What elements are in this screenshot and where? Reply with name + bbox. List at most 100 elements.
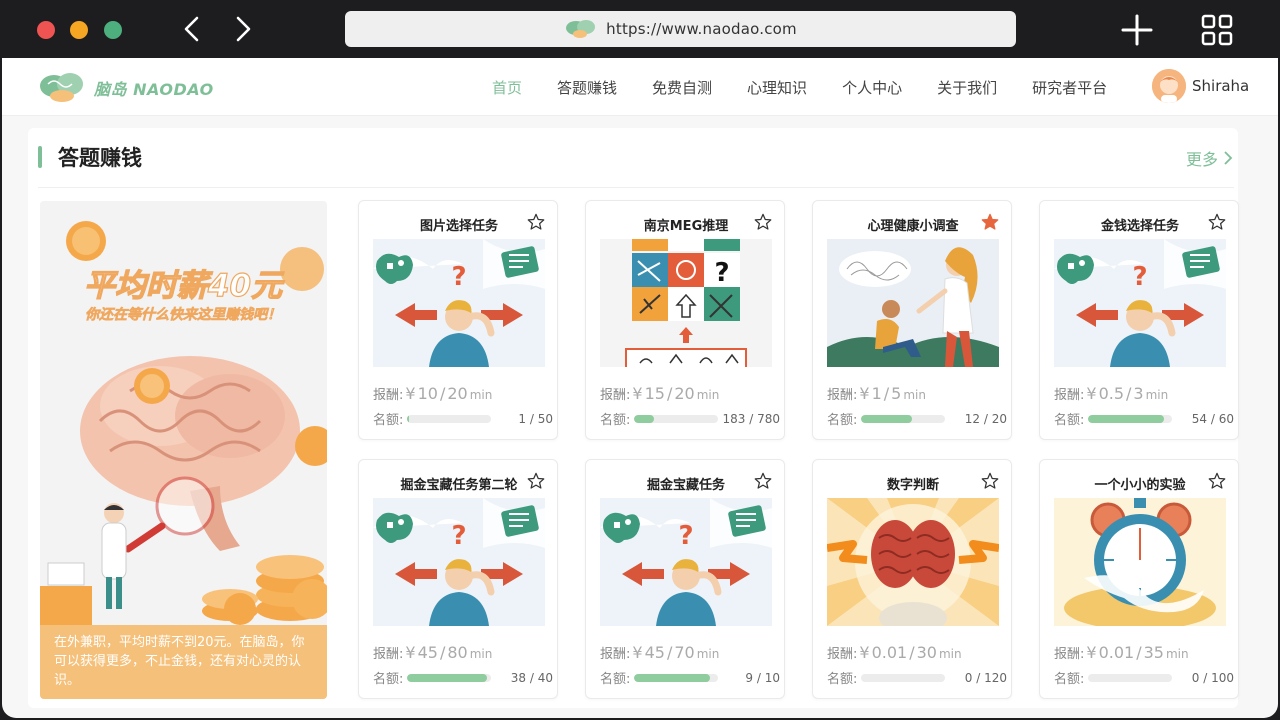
reward-separator: / bbox=[1126, 384, 1132, 403]
quota-separator: / bbox=[753, 670, 765, 685]
reward-duration: 80 bbox=[447, 643, 468, 662]
quota-count: 12 / 20 bbox=[965, 412, 1007, 426]
reward-separator: / bbox=[666, 643, 673, 662]
maximize-window-button[interactable] bbox=[104, 21, 122, 39]
quota-total: 20 bbox=[991, 411, 1007, 426]
nav-item-self-test[interactable]: 免费自测 bbox=[652, 77, 712, 98]
nav-item-home[interactable]: 首页 bbox=[492, 77, 522, 98]
reward-currency: ¥ bbox=[859, 643, 870, 662]
section-accent-bar bbox=[38, 146, 42, 168]
reward-label: 报酬: bbox=[600, 388, 631, 403]
task-illustration: ? bbox=[373, 498, 545, 626]
task-quota: 名额: 38 / 40 bbox=[373, 668, 553, 688]
minimize-window-button[interactable] bbox=[70, 21, 88, 39]
reward-amount: 0.01 bbox=[871, 643, 908, 662]
nav-item-researcher[interactable]: 研究者平台 bbox=[1032, 77, 1107, 98]
reward-currency: ¥ bbox=[405, 384, 416, 403]
reward-amount: 0.01 bbox=[1098, 643, 1135, 662]
quota-total: 50 bbox=[537, 411, 553, 426]
task-card[interactable]: 掘金宝藏任务 ? 报酬: ¥45/70 min 名额: 9 / 10 bbox=[585, 459, 785, 699]
quota-count: 0 / 120 bbox=[965, 671, 1007, 685]
star-icon[interactable] bbox=[527, 213, 545, 231]
star-icon[interactable] bbox=[981, 213, 999, 231]
task-card[interactable]: 金钱选择任务 ? 报酬: ¥0.5/3 min 名额: 54 / 60 bbox=[1039, 200, 1239, 440]
quota-progress-bar bbox=[861, 414, 946, 423]
reward-amount: 45 bbox=[644, 643, 665, 662]
quota-separator: / bbox=[526, 411, 538, 426]
quota-label: 名额: bbox=[1054, 413, 1085, 428]
reward-duration: 35 bbox=[1143, 643, 1164, 662]
task-quota: 名额: 1 / 50 bbox=[373, 409, 553, 429]
task-quota: 名额: 54 / 60 bbox=[1054, 409, 1234, 429]
task-reward: 报酬: ¥10/20 min bbox=[373, 384, 492, 403]
quota-filled: 12 bbox=[964, 411, 981, 426]
quota-filled: 54 bbox=[1191, 411, 1208, 426]
quota-count: 9 / 10 bbox=[745, 671, 780, 685]
task-illustration bbox=[827, 498, 999, 626]
task-illustration bbox=[1054, 498, 1226, 626]
task-card[interactable]: 图片选择任务 ? 报酬: ¥10/20 min 名额: 1 / 50 bbox=[358, 200, 558, 440]
task-illustration: ? bbox=[373, 239, 545, 367]
reward-label: 报酬: bbox=[373, 647, 404, 662]
star-icon[interactable] bbox=[1208, 213, 1226, 231]
earn-section: 答题赚钱 更多 平均时薪40元 你还在等什么快来这里赚钱吧！ 在外兼职，平均时薪… bbox=[28, 128, 1239, 708]
promo-banner[interactable]: 平均时薪40元 你还在等什么快来这里赚钱吧！ 在外兼职，平均时薪不到20元。在脑… bbox=[40, 201, 327, 699]
reward-amount: 1 bbox=[871, 384, 882, 403]
site-logo-icon bbox=[566, 20, 596, 38]
reward-currency: ¥ bbox=[859, 384, 870, 403]
nav-item-earn[interactable]: 答题赚钱 bbox=[557, 77, 617, 98]
nav-item-about[interactable]: 关于我们 bbox=[937, 77, 997, 98]
section-divider bbox=[38, 187, 1234, 188]
reward-duration: 70 bbox=[674, 643, 695, 662]
quota-total: 100 bbox=[1211, 670, 1234, 685]
user-menu[interactable]: Shiraha bbox=[1152, 69, 1249, 103]
nav-item-psychology[interactable]: 心理知识 bbox=[747, 77, 807, 98]
username: Shiraha bbox=[1192, 77, 1250, 95]
star-icon[interactable] bbox=[527, 472, 545, 490]
reward-duration: 20 bbox=[447, 384, 468, 403]
back-arrow-icon[interactable] bbox=[178, 14, 206, 44]
promo-banner-illustration: 平均时薪40元 你还在等什么快来这里赚钱吧！ bbox=[40, 201, 327, 625]
forward-arrow-icon[interactable] bbox=[229, 14, 257, 44]
reward-unit: min bbox=[1165, 647, 1189, 661]
task-card[interactable]: 南京MEG推理 ? 报酬: ¥15/20 min 名额: 183 / 780 bbox=[585, 200, 785, 440]
reward-unit: min bbox=[938, 647, 962, 661]
reward-amount: 15 bbox=[644, 384, 665, 403]
task-illustration bbox=[827, 239, 999, 367]
task-illustration: ? bbox=[600, 239, 772, 367]
task-illustration: ? bbox=[1054, 239, 1226, 367]
task-quota: 名额: 12 / 20 bbox=[827, 409, 1007, 429]
quota-progress-fill bbox=[407, 673, 488, 682]
reward-unit: min bbox=[469, 388, 493, 402]
reward-currency: ¥ bbox=[632, 643, 643, 662]
quota-separator: / bbox=[972, 670, 985, 685]
task-reward: 报酬: ¥15/20 min bbox=[600, 384, 719, 403]
task-card[interactable]: 掘金宝藏任务第二轮 ? 报酬: ¥45/80 min 名额: 38 / 40 bbox=[358, 459, 558, 699]
reward-currency: ¥ bbox=[632, 384, 643, 403]
tabs-grid-icon[interactable] bbox=[1200, 13, 1234, 47]
star-icon[interactable] bbox=[1208, 472, 1226, 490]
close-window-button[interactable] bbox=[37, 21, 55, 39]
svg-text:?: ? bbox=[714, 258, 729, 288]
task-card[interactable]: 一个小小的实验 报酬: ¥0.01/35 min 名额: 0 / 100 bbox=[1039, 459, 1239, 699]
star-icon[interactable] bbox=[754, 213, 772, 231]
task-quota: 名额: 9 / 10 bbox=[600, 668, 780, 688]
star-icon[interactable] bbox=[981, 472, 999, 490]
address-bar[interactable]: https://www.naodao.com bbox=[345, 11, 1016, 47]
brand-logo[interactable]: 脑岛 NAODAO bbox=[38, 70, 214, 106]
quota-label: 名额: bbox=[1054, 672, 1085, 687]
reward-separator: / bbox=[1136, 643, 1142, 662]
plus-icon[interactable] bbox=[1120, 13, 1154, 47]
task-card[interactable]: 心理健康小调查 报酬: ¥1/5 min 名额: 12 / 20 bbox=[812, 200, 1012, 440]
nav-item-profile[interactable]: 个人中心 bbox=[842, 77, 902, 98]
quota-progress-bar bbox=[1088, 673, 1173, 682]
reward-label: 报酬: bbox=[1054, 647, 1085, 662]
task-reward: 报酬: ¥1/5 min bbox=[827, 384, 926, 403]
star-icon[interactable] bbox=[754, 472, 772, 490]
browser-toolbar: https://www.naodao.com bbox=[0, 0, 1280, 58]
quota-separator: / bbox=[745, 411, 758, 426]
quota-label: 名额: bbox=[827, 413, 858, 428]
more-link[interactable]: 更多 bbox=[1186, 146, 1234, 170]
banner-headline: 平均时薪40元 bbox=[84, 268, 285, 304]
task-card[interactable]: 数字判断 报酬: ¥0.01/30 min 名额: 0 / 120 bbox=[812, 459, 1012, 699]
